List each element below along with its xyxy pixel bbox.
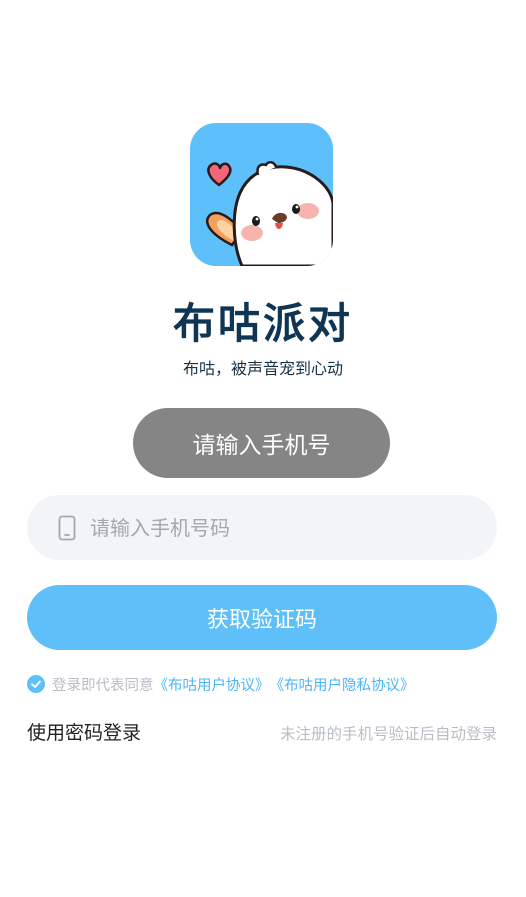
app-slogan: 布咕，被声音宠到心动	[182, 359, 343, 378]
app-name: 布咕派对	[172, 299, 353, 348]
toast-message: 请输入手机号	[133, 408, 390, 478]
user-agreement-link[interactable]: 《布咕用户协议》	[154, 674, 270, 695]
agreement-row: 登录即代表同意 《布咕用户协议》 《布咕用户隐私协议》	[27, 673, 415, 695]
phone-field-container[interactable]	[27, 495, 497, 560]
check-circle-icon[interactable]	[27, 675, 45, 693]
get-code-button[interactable]: 获取验证码	[27, 585, 497, 650]
phone-input[interactable]	[90, 507, 460, 548]
agreement-prefix: 登录即代表同意	[52, 677, 154, 694]
phone-icon	[58, 515, 76, 541]
password-login-link[interactable]: 使用密码登录	[27, 720, 141, 746]
app-logo	[190, 123, 333, 266]
privacy-agreement-link[interactable]: 《布咕用户隐私协议》	[270, 674, 415, 695]
auto-register-note: 未注册的手机号验证后自动登录	[279, 725, 497, 743]
chick-mascot-logo-icon	[190, 123, 333, 266]
